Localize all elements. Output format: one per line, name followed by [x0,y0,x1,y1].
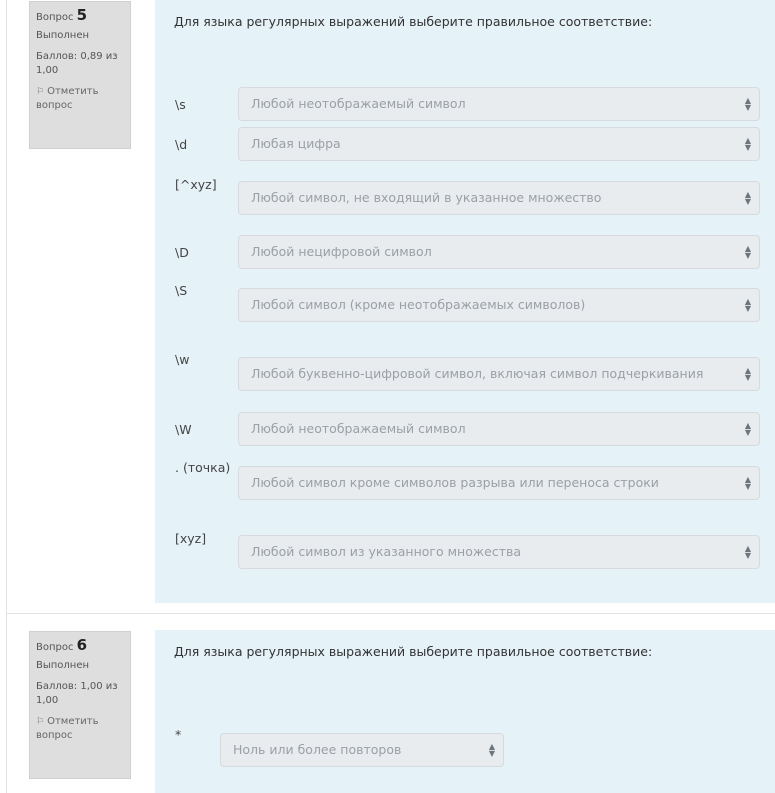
match-term: . (точка) [175,460,231,475]
match-term: \d [175,137,188,152]
match-term: [^xyz] [175,177,217,192]
question-info-6: Вопрос 6 Выполнен Баллов: 1,00 из 1,00 ⚐… [29,631,131,779]
flag-question-link[interactable]: ⚐ Отметить вопрос [36,715,124,743]
select-caret-icon: ▲ ▼ [744,244,751,260]
match-select[interactable]: Любой символ, не входящий в указанное мн… [238,181,760,215]
match-select[interactable]: Любой символ кроме символов разрыва или … [238,466,760,500]
match-term: * [175,727,182,742]
match-term: \S [175,283,188,298]
match-select[interactable]: Любой символ из указанного множества ▲ ▼ [238,535,760,569]
match-select[interactable]: Любой неотображаемый символ ▲ ▼ [238,412,760,446]
match-select[interactable]: Любой нецифровой символ ▲ ▼ [238,235,760,269]
match-select[interactable]: Любая цифра ▲ ▼ [238,127,760,161]
flag-icon: ⚐ [36,87,45,97]
question-text: Для языка регулярных выражений выберите … [174,14,653,29]
flag-icon: ⚐ [36,717,45,727]
question-content-6: Для языка регулярных выражений выберите … [155,630,775,793]
match-term: \W [175,422,192,437]
match-term: \s [175,97,186,112]
question-number: Вопрос 6 [36,636,88,654]
question-text: Для языка регулярных выражений выберите … [174,644,653,659]
select-caret-icon: ▲ ▼ [744,475,751,491]
match-select[interactable]: Любой неотображаемый символ ▲ ▼ [238,87,760,121]
question-info-5: Вопрос 5 Выполнен Баллов: 0,89 из 1,00 ⚐… [29,1,131,149]
select-caret-icon: ▲ ▼ [744,136,751,152]
select-caret-icon: ▲ ▼ [488,742,495,758]
match-select[interactable]: Ноль или более повторов ▲ ▼ [220,733,504,767]
select-caret-icon: ▲ ▼ [744,190,751,206]
question-grade: Баллов: 1,00 из 1,00 [36,681,118,706]
question-content-5: Для языка регулярных выражений выберите … [155,0,775,603]
select-caret-icon: ▲ ▼ [744,297,751,313]
question-state: Выполнен [36,660,90,671]
select-caret-icon: ▲ ▼ [744,544,751,560]
question-grade: Баллов: 0,89 из 1,00 [36,51,118,76]
select-caret-icon: ▲ ▼ [744,96,751,112]
question-state: Выполнен [36,30,90,41]
match-select[interactable]: Любой буквенно-цифровой символ, включая … [238,357,760,391]
page-left-border [6,0,7,793]
select-caret-icon: ▲ ▼ [744,421,751,437]
question-number: Вопрос 5 [36,6,88,24]
match-term: [xyz] [175,531,207,546]
select-caret-icon: ▲ ▼ [744,366,751,382]
match-select[interactable]: Любой символ (кроме неотображаемых симво… [238,288,760,322]
flag-question-link[interactable]: ⚐ Отметить вопрос [36,85,124,113]
match-term: \D [175,245,189,260]
match-term: \w [175,352,190,367]
question-divider [6,613,775,614]
